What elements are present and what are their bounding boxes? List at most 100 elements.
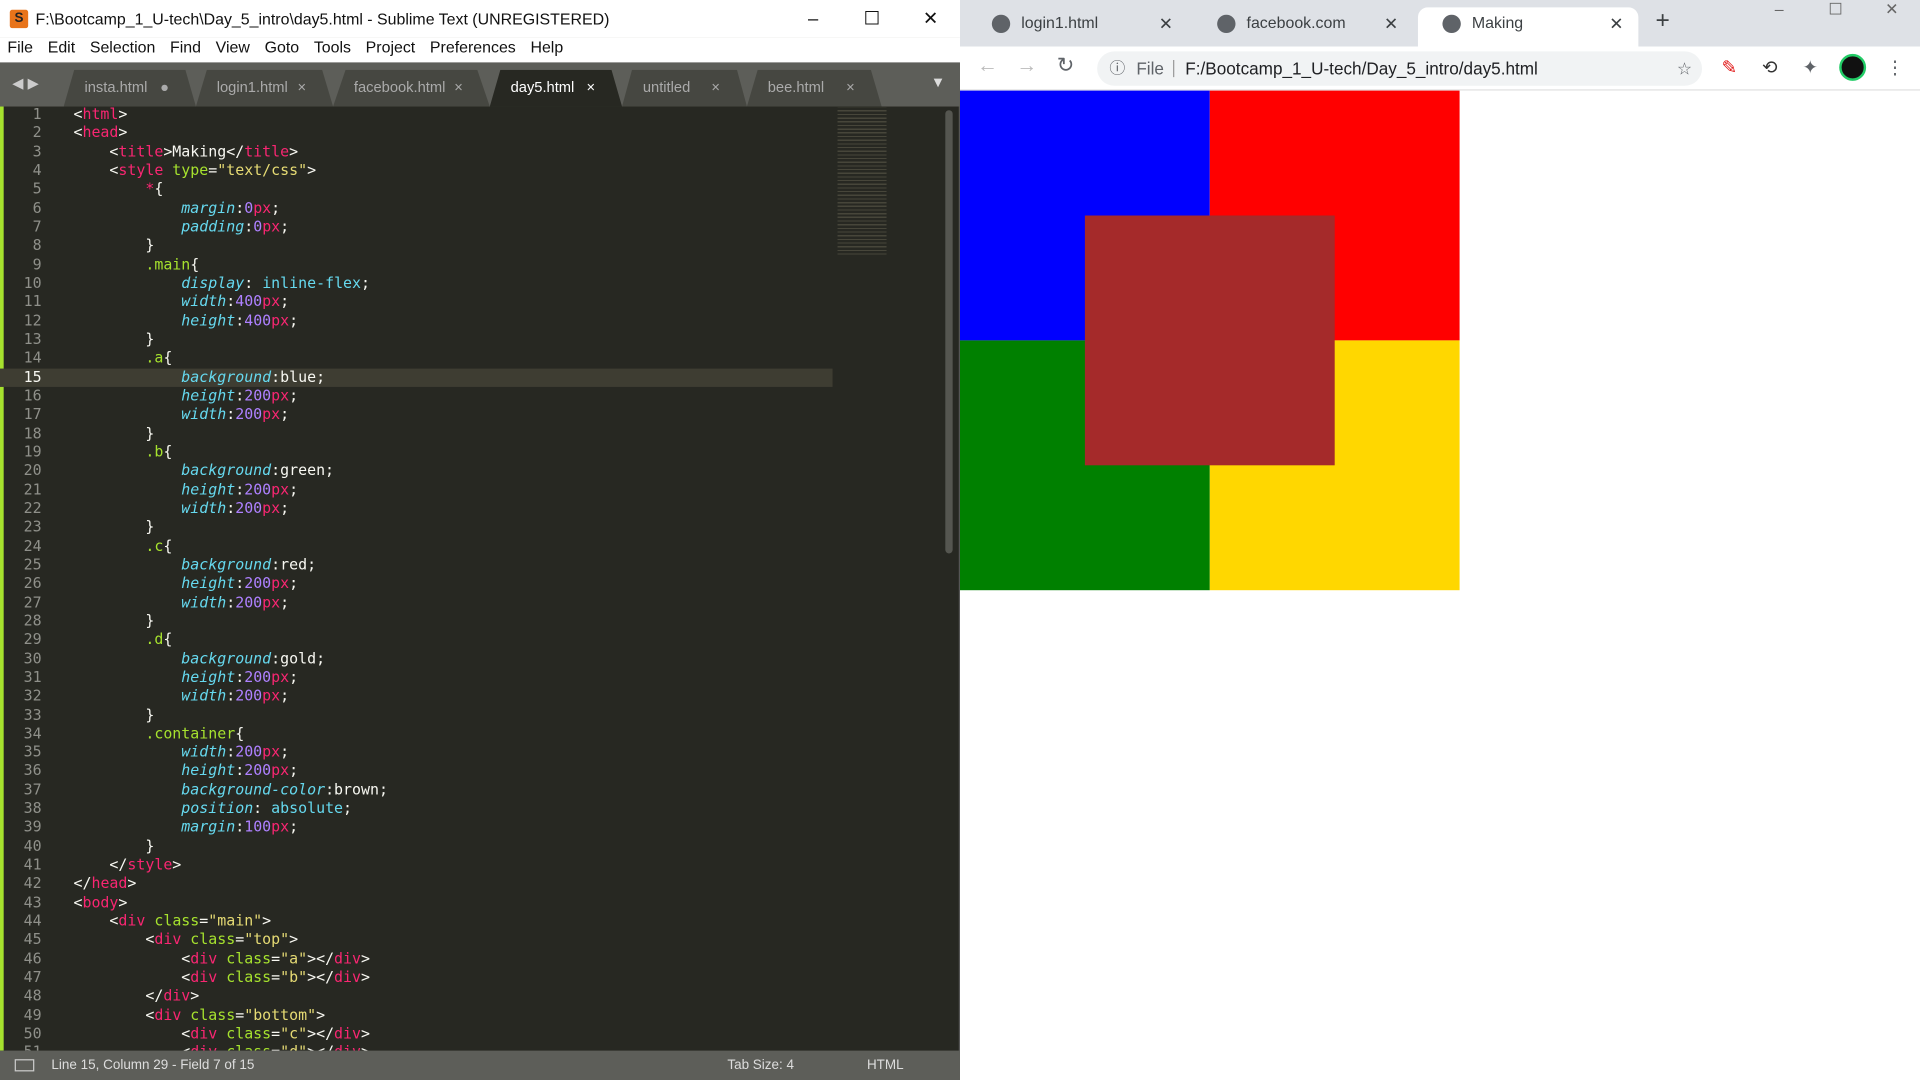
tab-dropdown-icon[interactable]: ▼: [931, 73, 946, 90]
close-tab-icon[interactable]: ×: [587, 70, 596, 104]
editor-tab-day5-html[interactable]: day5.html ×: [489, 69, 623, 107]
code-token: style: [127, 856, 173, 874]
browser-close-button[interactable]: ✕: [1864, 0, 1920, 24]
address-bar[interactable]: ⓘ File F:/Bootcamp_1_U-tech/Day_5_intro/…: [1097, 51, 1703, 86]
code-token: ;: [361, 274, 371, 292]
browser-tab-login1-html[interactable]: login1.html ✕: [967, 7, 1187, 46]
editor-tab-untitled[interactable]: untitled ×: [622, 69, 747, 107]
forward-button[interactable]: →: [1016, 54, 1037, 78]
code-token: ></: [307, 968, 335, 986]
browser-minimize-button[interactable]: –: [1751, 0, 1807, 24]
line-number: 49: [23, 1006, 42, 1024]
extensions-puzzle-icon[interactable]: ✦: [1802, 56, 1817, 79]
code-line: 42 </head>: [0, 875, 833, 894]
code-line: 14 .a{: [0, 349, 833, 368]
editor-tab-bee-html[interactable]: bee.html ×: [746, 69, 882, 107]
code-token: {: [163, 443, 173, 461]
close-tab-icon[interactable]: ×: [454, 70, 463, 104]
code-line: 51 <div class="d"></div>: [0, 1044, 833, 1051]
close-tab-icon[interactable]: ✕: [1609, 7, 1623, 39]
code-line: 45 <div class="top">: [0, 931, 833, 950]
menu-project[interactable]: Project: [358, 38, 422, 62]
close-tab-icon[interactable]: ×: [711, 70, 720, 104]
browser-maximize-button[interactable]: ☐: [1807, 0, 1863, 24]
code-token: 200: [244, 574, 272, 592]
code-token: :: [226, 743, 236, 761]
tab-nav-arrows-icon[interactable]: ◀ ▶: [12, 75, 39, 92]
line-number: 45: [23, 931, 42, 949]
line-number: 2: [32, 124, 42, 142]
code-token: class: [154, 912, 200, 930]
code-token: <: [73, 931, 155, 949]
code-token: {: [163, 349, 173, 367]
code-token: html: [82, 105, 119, 123]
code-token: }: [73, 424, 155, 442]
menu-kebab-icon[interactable]: ⋮: [1886, 56, 1904, 79]
code-token: height: [181, 480, 236, 498]
editor-tab-facebook-html[interactable]: facebook.html ×: [333, 69, 490, 107]
line-number: 39: [23, 818, 42, 836]
menu-help[interactable]: Help: [523, 38, 570, 62]
menu-find[interactable]: Find: [163, 38, 209, 62]
code-token: <: [73, 1044, 190, 1051]
menu-goto[interactable]: Goto: [257, 38, 306, 62]
menu-edit[interactable]: Edit: [40, 38, 82, 62]
menu-view[interactable]: View: [208, 38, 257, 62]
code-token: div: [190, 968, 218, 986]
code-line: 47 <div class="b"></div>: [0, 969, 833, 988]
syntax-mode[interactable]: HTML: [867, 1051, 904, 1080]
close-tab-icon[interactable]: ✕: [1159, 7, 1173, 39]
code-token: >: [172, 856, 182, 874]
profile-avatar[interactable]: [1839, 53, 1867, 81]
panel-toggle-icon[interactable]: [14, 1059, 35, 1072]
code-token: >: [361, 968, 371, 986]
tab-size[interactable]: Tab Size: 4: [727, 1051, 794, 1080]
code-token: px: [262, 292, 281, 311]
minimize-button[interactable]: –: [784, 0, 843, 38]
minimap[interactable]: [837, 107, 887, 255]
code-token: <: [73, 1024, 191, 1043]
sync-extension-icon[interactable]: ⟲: [1762, 56, 1777, 79]
close-tab-icon[interactable]: ×: [846, 70, 855, 104]
reload-button[interactable]: ↻: [1057, 54, 1074, 78]
close-tab-icon[interactable]: ×: [298, 70, 307, 104]
code-line: 10 display: inline-flex;: [0, 274, 833, 293]
bookmark-star-icon[interactable]: ☆: [1677, 51, 1692, 85]
code-token: :gold;: [271, 649, 326, 667]
code-token: height: [181, 311, 236, 329]
editor-scrollbar[interactable]: [945, 110, 953, 554]
code-token: ;: [280, 743, 290, 761]
menu-tools[interactable]: Tools: [306, 38, 358, 62]
menu-preferences[interactable]: Preferences: [423, 38, 524, 62]
editor-tab-insta-html[interactable]: insta.html ●: [63, 69, 196, 107]
code-token: 200: [235, 687, 263, 705]
maximize-button[interactable]: ☐: [842, 0, 901, 38]
tab-label: insta.html: [84, 78, 148, 96]
line-number: 7: [32, 217, 42, 236]
line-number: 28: [23, 612, 42, 630]
line-number: 6: [32, 199, 42, 217]
scheme-label: File: [1136, 58, 1164, 79]
info-icon[interactable]: ⓘ: [1109, 51, 1125, 85]
browser-tab-facebook-com[interactable]: facebook.com ✕: [1193, 7, 1413, 46]
url-text[interactable]: F:/Bootcamp_1_U-tech/Day_5_intro/day5.ht…: [1185, 51, 1538, 85]
pen-extension-icon[interactable]: ✎: [1722, 56, 1737, 79]
code-editor[interactable]: 1 <html> 2 <head> 3 <title>Making</title> 4 <…: [0, 105, 833, 1051]
new-tab-button[interactable]: +: [1656, 7, 1670, 35]
line-number: 13: [23, 330, 42, 348]
close-tab-icon[interactable]: ✕: [1384, 7, 1398, 39]
back-button[interactable]: ←: [977, 54, 998, 78]
menu-selection[interactable]: Selection: [82, 38, 162, 62]
browser-tab-making[interactable]: Making ✕: [1417, 7, 1639, 47]
editor-tab-login1-html[interactable]: login1.html ×: [195, 69, 334, 107]
unsaved-dot-icon[interactable]: ●: [160, 70, 169, 104]
close-button[interactable]: ✕: [901, 0, 960, 38]
code-token: {: [154, 180, 164, 198]
menu-file[interactable]: File: [0, 38, 40, 62]
